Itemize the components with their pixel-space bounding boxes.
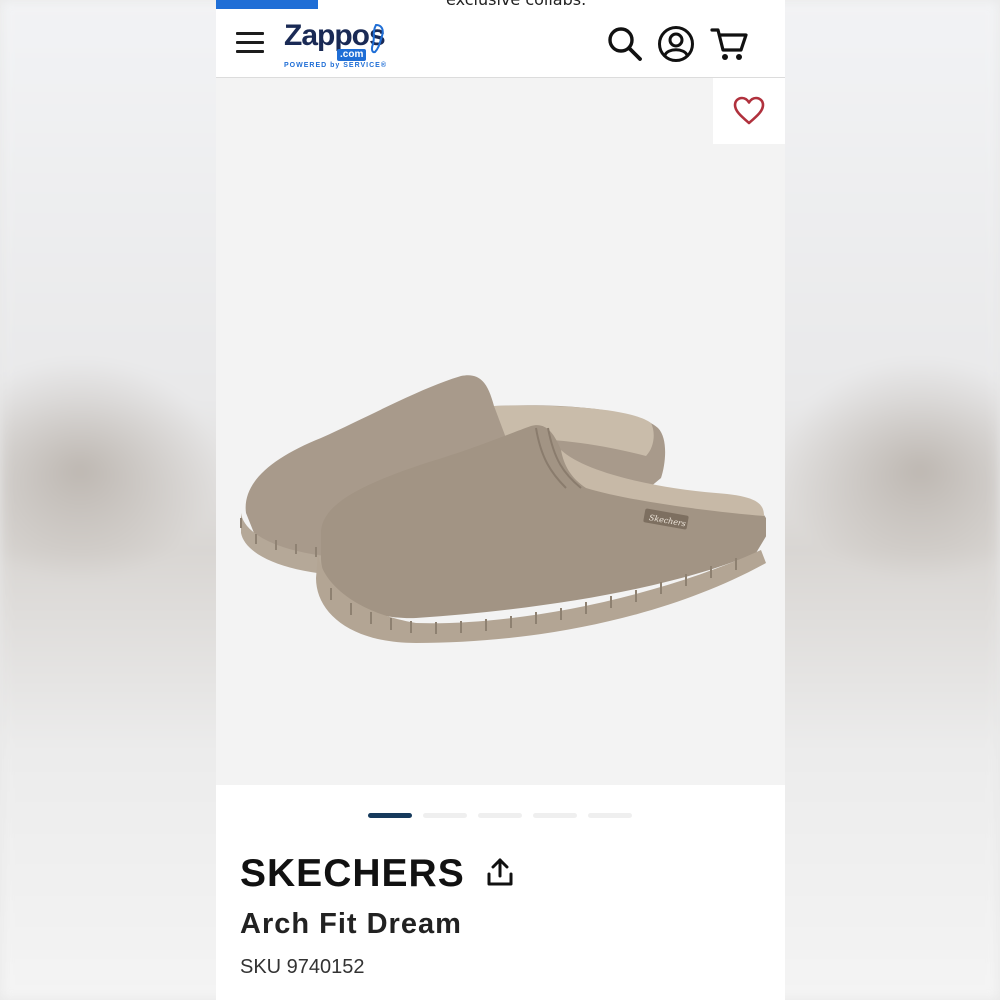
phone-screen: exclusive collabs. Zappos .com POWERED b… [216, 0, 785, 1000]
search-icon[interactable] [606, 25, 644, 63]
brand-row: SKECHERS [240, 848, 514, 900]
product-name: Arch Fit Dream [240, 908, 462, 940]
hamburger-menu-icon[interactable] [236, 30, 264, 56]
cart-icon[interactable] [710, 25, 750, 63]
product-image-area[interactable]: Skechers [216, 78, 785, 785]
logo-tagline: POWERED by SERVICE® [284, 62, 387, 69]
site-header: Zappos .com POWERED by SERVICE® [216, 9, 785, 78]
promo-text: exclusive collabs. [446, 0, 586, 9]
carousel-dot-3[interactable] [478, 813, 522, 818]
share-icon[interactable] [486, 857, 514, 891]
carousel-dot-5[interactable] [588, 813, 632, 818]
product-image: Skechers [240, 375, 766, 643]
account-icon[interactable] [657, 25, 695, 63]
promo-tab [216, 0, 318, 9]
favorite-heart-icon[interactable] [713, 78, 785, 144]
logo-shoe-icon [370, 24, 384, 54]
carousel-dot-1[interactable] [368, 813, 412, 818]
product-sku: SKU 9740152 [240, 956, 365, 978]
logo-dotcom: .com [337, 49, 367, 61]
zappos-logo[interactable]: Zappos .com POWERED by SERVICE® [284, 19, 394, 71]
carousel-dot-4[interactable] [533, 813, 577, 818]
brand-name[interactable]: SKECHERS [240, 848, 465, 900]
carousel-dot-2[interactable] [423, 813, 467, 818]
